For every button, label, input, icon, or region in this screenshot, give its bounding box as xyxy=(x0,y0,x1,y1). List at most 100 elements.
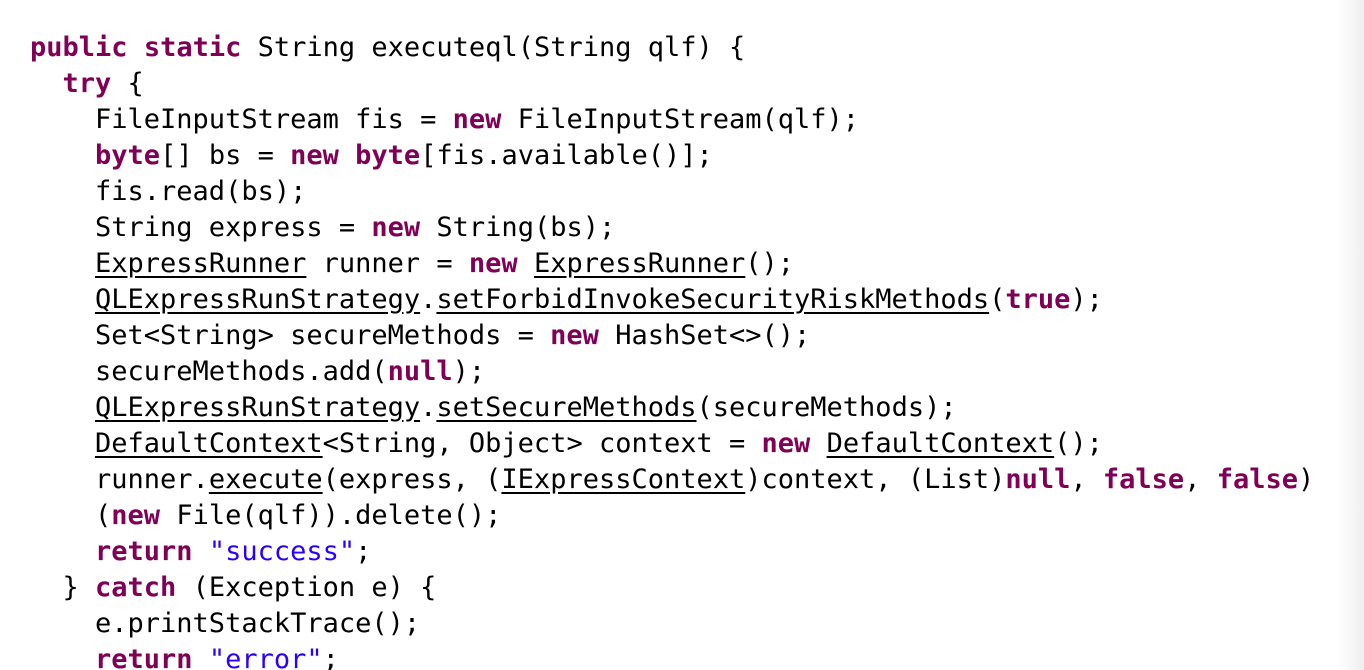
code-text: , xyxy=(1070,464,1103,495)
code-text: <String, Object> context = xyxy=(322,428,762,459)
code-text: secureMethods.add( xyxy=(30,356,388,387)
code-text: String executeql(String qlf) { xyxy=(241,32,746,63)
keyword-token: new xyxy=(290,140,339,171)
code-text: ); xyxy=(452,356,486,387)
code-text: (express, ( xyxy=(322,464,502,495)
code-text: fis.read(bs); xyxy=(30,176,307,207)
code-text: e.printStackTrace(); xyxy=(30,608,421,639)
code-reference-link[interactable]: DefaultContext xyxy=(827,428,1055,459)
code-text: FileInputStream fis = xyxy=(30,104,453,135)
code-text: )context, (List) xyxy=(745,464,1006,495)
code-line[interactable]: fis.read(bs); xyxy=(30,174,1314,210)
code-line[interactable]: } catch (Exception e) { xyxy=(30,570,1314,606)
code-text: String express = xyxy=(30,212,372,243)
code-reference-link[interactable]: setForbidInvokeSecurityRiskMethods xyxy=(436,284,989,315)
code-line[interactable]: return "success"; xyxy=(30,534,1314,570)
code-line[interactable]: e.printStackTrace(); xyxy=(30,606,1314,642)
code-text: (); xyxy=(745,248,795,279)
string-literal: "error" xyxy=(208,644,323,670)
code-line[interactable]: DefaultContext<String, Object> context =… xyxy=(30,426,1314,462)
keyword-token: false xyxy=(1216,464,1298,495)
code-line[interactable]: secureMethods.add(null); xyxy=(30,354,1314,390)
keyword-token: return xyxy=(95,644,193,670)
keyword-token: false xyxy=(1102,464,1185,495)
code-text: (); xyxy=(1054,428,1103,459)
keyword-token: new xyxy=(550,320,599,351)
code-text: FileInputStream(qlf); xyxy=(501,104,860,135)
code-editor[interactable]: public static String executeql(String ql… xyxy=(0,0,1364,670)
code-reference-link[interactable]: ExpressRunner xyxy=(95,248,306,279)
code-text: { xyxy=(111,68,144,99)
code-text: , xyxy=(1184,464,1217,495)
code-text: ) xyxy=(1297,464,1315,495)
code-text: runner. xyxy=(30,464,209,495)
code-reference-link[interactable]: QLExpressRunStrategy xyxy=(95,392,420,423)
code-text: ( xyxy=(989,284,1006,315)
code-reference-link[interactable]: QLExpressRunStrategy xyxy=(95,284,420,315)
code-text: Set<String> secureMethods = xyxy=(30,320,551,351)
code-text: ; xyxy=(322,644,339,670)
code-text: ; xyxy=(355,536,372,567)
keyword-token: return xyxy=(95,536,193,567)
code-text: (secureMethods); xyxy=(696,392,957,423)
code-reference-link[interactable]: ExpressRunner xyxy=(534,248,745,279)
keyword-token: new xyxy=(761,428,811,459)
keyword-token: catch xyxy=(95,572,177,603)
code-line[interactable]: FileInputStream fis = new FileInputStrea… xyxy=(30,102,1314,138)
code-line[interactable]: ExpressRunner runner = new ExpressRunner… xyxy=(30,246,1314,282)
keyword-token: new xyxy=(452,104,502,135)
code-line[interactable]: public static String executeql(String ql… xyxy=(30,30,1314,66)
keyword-token: new xyxy=(111,500,161,531)
code-text: . xyxy=(420,392,437,423)
code-line[interactable]: return "error"; xyxy=(30,642,1314,670)
code-text: File(qlf)).delete(); xyxy=(160,500,502,531)
code-text: (Exception e) { xyxy=(176,572,437,603)
code-line[interactable]: runner.execute(express, (IExpressContext… xyxy=(30,462,1314,498)
code-text: } xyxy=(30,572,96,603)
code-reference-link[interactable]: DefaultContext xyxy=(95,428,323,459)
keyword-token: try xyxy=(62,68,112,99)
code-text: ); xyxy=(1070,284,1103,315)
keyword-token: true xyxy=(1005,284,1071,315)
code-text: . xyxy=(420,284,437,315)
keyword-token: null xyxy=(1005,464,1071,495)
code-line[interactable]: String express = new String(bs); xyxy=(30,210,1314,246)
keyword-token: null xyxy=(387,356,453,387)
code-text: String(bs); xyxy=(420,212,616,243)
keyword-token: static xyxy=(143,32,242,63)
code-line[interactable]: try { xyxy=(30,66,1314,102)
code-reference-link[interactable]: execute xyxy=(209,464,323,495)
code-line[interactable]: (new File(qlf)).delete(); xyxy=(30,498,1314,534)
keyword-token: new xyxy=(468,248,518,279)
code-text: [fis.available()]; xyxy=(420,140,713,171)
string-literal: "success" xyxy=(208,536,356,567)
code-line[interactable]: QLExpressRunStrategy.setSecureMethods(se… xyxy=(30,390,1314,426)
keyword-token: public xyxy=(30,32,128,63)
code-block[interactable]: public static String executeql(String ql… xyxy=(30,30,1314,670)
code-reference-link[interactable]: setSecureMethods xyxy=(436,392,696,423)
code-line[interactable]: Set<String> secureMethods = new HashSet<… xyxy=(30,318,1314,354)
keyword-token: byte xyxy=(355,140,421,171)
code-text: ( xyxy=(30,500,112,531)
keyword-token: byte xyxy=(95,140,161,171)
code-reference-link[interactable]: IExpressContext xyxy=(501,464,745,495)
code-line[interactable]: QLExpressRunStrategy.setForbidInvokeSecu… xyxy=(30,282,1314,318)
editor-edge-shadow xyxy=(1338,0,1364,670)
code-line[interactable]: byte[] bs = new byte[fis.available()]; xyxy=(30,138,1314,174)
keyword-token: new xyxy=(371,212,421,243)
code-text: HashSet<>(); xyxy=(598,320,811,351)
